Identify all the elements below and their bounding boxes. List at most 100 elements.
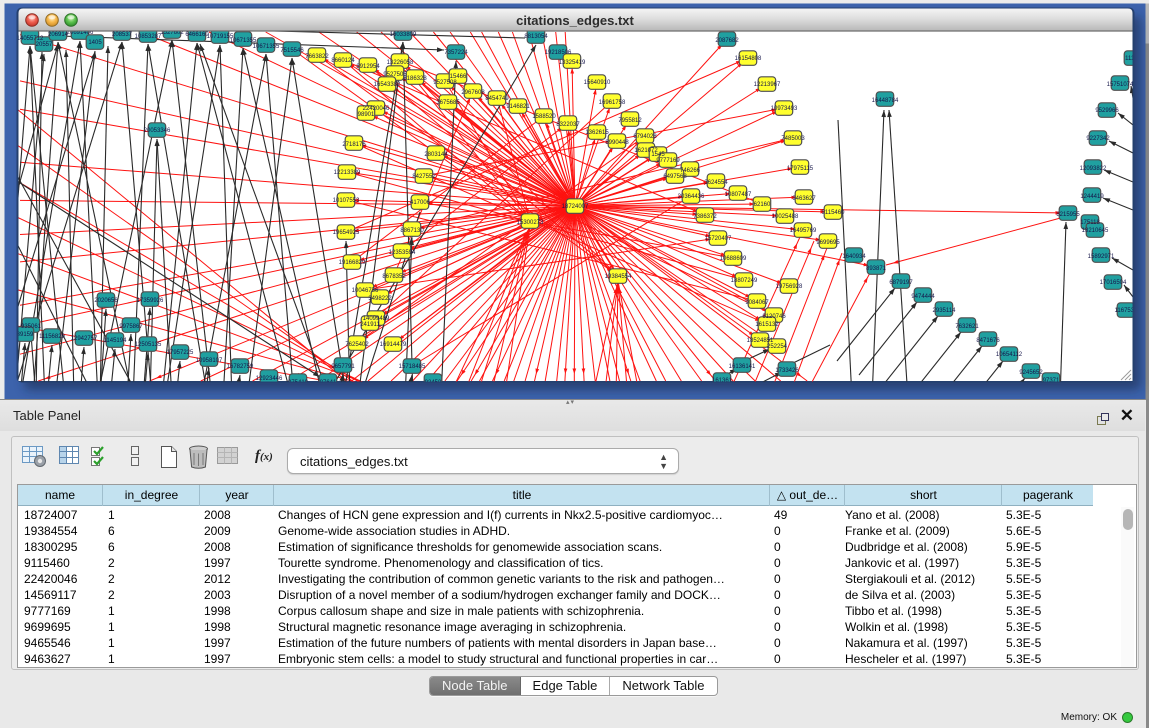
svg-text:12923446: 12923446 — [256, 376, 283, 382]
svg-text:935061: 935061 — [21, 324, 42, 330]
svg-text:3675685: 3675685 — [436, 100, 460, 106]
svg-text:2803144: 2803144 — [424, 152, 448, 158]
svg-text:7625402: 7625402 — [345, 342, 369, 348]
svg-text:10973493: 10973493 — [771, 106, 798, 112]
svg-text:9245652: 9245652 — [1019, 370, 1043, 376]
svg-text:2967608: 2967608 — [461, 90, 485, 96]
svg-text:2020656: 2020656 — [94, 298, 118, 304]
svg-text:17359926: 17359926 — [137, 298, 164, 304]
svg-text:20364436: 20364436 — [678, 194, 705, 200]
svg-text:1362615: 1362615 — [585, 130, 609, 136]
svg-text:8867130: 8867130 — [400, 228, 424, 234]
svg-text:9115460: 9115460 — [822, 210, 846, 216]
svg-text:1640934: 1640934 — [842, 254, 866, 260]
svg-text:8427552: 8427552 — [412, 174, 436, 180]
svg-text:39159: 39159 — [17, 332, 34, 338]
svg-text:17957225: 17957225 — [167, 350, 194, 356]
svg-text:98901: 98901 — [358, 112, 375, 118]
svg-text:206914: 206914 — [48, 32, 69, 38]
svg-text:8678352: 8678352 — [382, 274, 406, 280]
svg-text:12093822: 12093822 — [1080, 166, 1107, 172]
svg-text:9146821: 9146821 — [506, 104, 530, 110]
svg-text:8660124: 8660124 — [331, 58, 355, 64]
svg-text:9527508: 9527508 — [433, 80, 457, 86]
svg-text:3624554: 3624554 — [704, 180, 728, 186]
svg-text:13325419: 13325419 — [559, 60, 586, 66]
svg-text:19218506: 19218506 — [545, 50, 572, 56]
svg-text:7515546: 7515546 — [280, 48, 304, 54]
svg-text:9975867: 9975867 — [119, 324, 143, 330]
svg-text:13226058: 13226058 — [387, 60, 414, 66]
svg-text:6497568: 6497568 — [663, 174, 687, 180]
svg-text:12505135: 12505135 — [135, 342, 162, 348]
svg-text:8322037: 8322037 — [556, 122, 580, 128]
svg-text:6794028: 6794028 — [633, 134, 657, 140]
svg-text:8215955: 8215955 — [1056, 212, 1080, 218]
svg-text:9529966: 9529966 — [1095, 108, 1119, 114]
svg-text:8912954: 8912954 — [356, 64, 380, 70]
svg-text:12213389: 12213389 — [334, 170, 361, 176]
svg-text:2935114: 2935114 — [933, 308, 957, 314]
svg-text:16495769: 16495769 — [790, 228, 817, 234]
svg-text:15720407: 15720407 — [705, 236, 732, 242]
svg-text:208537: 208537 — [112, 32, 133, 38]
svg-text:16782759: 16782759 — [227, 364, 254, 370]
svg-text:252254: 252254 — [767, 344, 788, 350]
svg-text:19756928: 19756928 — [776, 284, 803, 290]
svg-text:10671355: 10671355 — [253, 44, 280, 50]
svg-text:11156829: 11156829 — [39, 334, 65, 340]
svg-text:2087682: 2087682 — [715, 38, 739, 44]
svg-text:3498222: 3498222 — [368, 296, 392, 302]
svg-text:9463627: 9463627 — [792, 196, 816, 202]
svg-text:9227342: 9227342 — [1086, 136, 1110, 142]
svg-text:17016504: 17016504 — [1100, 280, 1127, 286]
svg-text:10688609: 10688609 — [720, 256, 747, 262]
svg-text:15718485: 15718485 — [399, 364, 426, 370]
svg-text:9474444: 9474444 — [911, 294, 935, 300]
svg-text:241911: 241911 — [360, 322, 380, 328]
svg-text:175118: 175118 — [1080, 220, 1100, 226]
svg-text:16914479: 16914479 — [380, 342, 407, 348]
svg-text:1588520: 1588520 — [532, 114, 556, 120]
svg-text:1145194: 1145194 — [104, 338, 128, 344]
svg-text:7386372: 7386372 — [693, 214, 717, 220]
svg-text:8990448: 8990448 — [605, 140, 629, 146]
svg-text:15466: 15466 — [450, 74, 467, 80]
svg-text:8454749: 8454749 — [485, 96, 509, 102]
svg-text:citations_edges.txt: citations_edges.txt — [516, 13, 634, 28]
svg-text:16136141: 16136141 — [729, 364, 756, 370]
svg-text:15640910: 15640910 — [584, 80, 611, 86]
svg-text:19654925: 19654925 — [333, 230, 360, 236]
svg-text:15751074: 15751074 — [1107, 82, 1134, 88]
svg-text:16154808: 16154808 — [735, 56, 762, 62]
svg-text:8186328: 8186328 — [403, 76, 427, 82]
svg-text:6120746: 6120746 — [762, 314, 786, 320]
svg-text:9699695: 9699695 — [816, 240, 840, 246]
svg-text:1615132: 1615132 — [755, 322, 779, 328]
svg-text:10107553: 10107553 — [333, 198, 360, 204]
svg-text:62160: 62160 — [754, 202, 771, 208]
svg-text:20557: 20557 — [36, 42, 53, 48]
svg-text:893871: 893871 — [866, 266, 887, 272]
svg-text:6879197: 6879197 — [889, 280, 913, 286]
svg-text:7485003: 7485003 — [781, 136, 805, 142]
svg-text:1244419: 1244419 — [1080, 194, 1104, 200]
svg-text:10807487: 10807487 — [725, 192, 752, 198]
svg-text:12213967: 12213967 — [754, 82, 781, 88]
svg-text:10654112: 10654112 — [996, 352, 1023, 358]
svg-text:18724007: 18724007 — [562, 204, 589, 210]
svg-text:7663822: 7663822 — [305, 54, 329, 60]
svg-text:16543382: 16543382 — [374, 82, 401, 88]
svg-text:19384554: 19384554 — [605, 274, 632, 280]
svg-text:9657791: 9657791 — [331, 364, 355, 370]
svg-text:1733426: 1733426 — [775, 368, 799, 374]
svg-text:2718176: 2718176 — [342, 142, 366, 148]
svg-text:15892971: 15892971 — [1088, 254, 1115, 260]
svg-text:15300273: 15300273 — [517, 220, 544, 226]
svg-text:12942757: 12942757 — [71, 336, 98, 342]
svg-text:19166829: 19166829 — [339, 260, 366, 266]
svg-text:9777169: 9777169 — [656, 158, 680, 164]
svg-text:17975115: 17975115 — [787, 166, 814, 172]
svg-text:18210645: 18210645 — [1082, 228, 1109, 234]
svg-text:10958107: 10958107 — [196, 358, 223, 364]
